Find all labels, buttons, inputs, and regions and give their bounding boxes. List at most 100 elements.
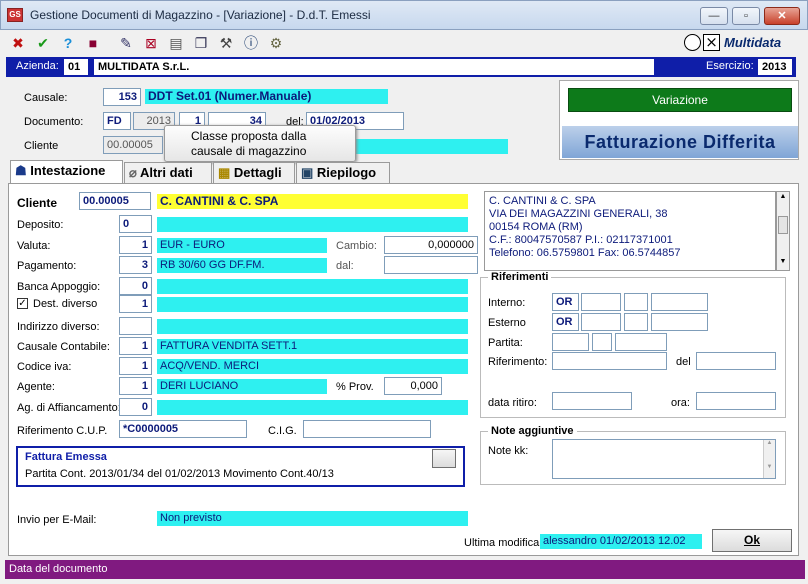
client-address: C. CANTINI & C. SPA VIA DEI MAGAZZINI GEN… [484,191,776,271]
dest-checkbox[interactable]: ✓ [17,298,28,309]
ok-button[interactable]: Ok [712,529,792,552]
deposito-input[interactable]: 0 [119,215,152,233]
agente-label: Agente: [17,381,55,393]
company-name: MULTIDATA S.r.L. [94,59,654,75]
cup-input[interactable]: *C0000005 [119,420,247,438]
codice-iva-input[interactable]: 1 [119,357,152,375]
fattura-emessa-box: Fattura Emessa Partita Cont. 2013/01/34 … [16,446,465,487]
interno-number-input[interactable] [651,293,708,311]
info-icon[interactable]: ⓘ [241,33,261,53]
note-kk-label: Note kk: [488,445,529,457]
riferimento-del-label: del [676,356,691,368]
print-icon[interactable]: ▤ [166,33,186,53]
scroll-thumb[interactable] [778,216,788,234]
tooltip: Classe proposta dalla causale di magazzi… [164,125,356,162]
esterno-type-input[interactable]: OR [552,313,579,331]
header-cliente-input[interactable]: 00.00005 [103,136,163,154]
tools-icon[interactable]: ⚒ [216,33,236,53]
minimize-button[interactable]: — [700,7,728,25]
riferimento-date-input[interactable] [696,352,776,370]
email-label: Invio per E-Mail: [17,514,97,526]
modifica-value: alessandro 01/02/2013 12.02 [540,534,702,549]
copy-icon[interactable]: ❐ [191,33,211,53]
partita-series-input[interactable] [592,333,612,351]
causale-cont-input[interactable]: 1 [119,337,152,355]
riferimento-input[interactable] [552,352,667,370]
settings-icon[interactable]: ⚙ [266,33,286,53]
pagamento-input[interactable]: 3 [119,256,152,274]
codice-iva-label: Codice iva: [17,361,72,373]
scroll-up-icon[interactable]: ▲ [778,193,788,203]
causale-cont-label: Causale Contabile: [17,341,110,353]
interno-year-input[interactable] [581,293,621,311]
banca-label: Banca Appoggio: [17,281,101,293]
affianc-desc [157,400,468,415]
fattura-open-button[interactable] [432,449,456,468]
causale-label: Causale: [24,92,68,104]
dal-label: dal: [336,260,354,272]
valuta-desc: EUR - EURO [157,238,327,253]
multidata-logo: Multidata [724,35,782,50]
prov-input[interactable]: 0,000 [384,377,442,395]
affianc-input[interactable]: 0 [119,398,152,416]
cliente-label: Cliente [17,196,58,210]
scroll-down-icon[interactable]: ▼ [778,258,788,268]
note-scroll-up-icon[interactable]: ▲ [764,440,775,446]
summary-icon: ▣ [301,165,317,180]
partita-number-input[interactable] [615,333,667,351]
tab-riepilogo[interactable]: ▣ Riepilogo [296,162,390,184]
dal-input[interactable] [384,256,478,274]
esterno-year-input[interactable] [581,313,621,331]
app-icon[interactable]: GS [7,8,23,22]
maximize-button[interactable]: ▫ [732,7,760,25]
header-cliente-label: Cliente [24,140,59,152]
book-icon[interactable]: ■ [83,33,103,53]
cig-input[interactable] [303,420,431,438]
ora-input[interactable] [696,392,776,410]
partita-year-input[interactable] [552,333,589,351]
tab-dettagli[interactable]: ▦ Dettagli [213,162,295,184]
close-icon[interactable]: ✖ [8,33,28,53]
dest-input[interactable]: 1 [119,295,152,313]
interno-series-input[interactable] [624,293,648,311]
note-scroll-down-icon[interactable]: ▼ [764,464,775,470]
tab-altri-dati[interactable]: ⌀ Altri dati [124,162,212,184]
partita-label: Partita: [488,337,523,349]
note-title: Note aggiuntive [488,425,577,437]
cambio-input[interactable]: 0,000000 [384,236,478,254]
tab-riepilogo-label: Riepilogo [316,165,377,180]
address-line: VIA DEI MAGAZZINI GENERALI, 38 [489,208,668,220]
address-scrollbar[interactable]: ▲ ▼ [776,191,790,271]
esterno-number-input[interactable] [651,313,708,331]
close-button[interactable]: ✕ [764,7,800,25]
edit-icon[interactable]: ✎ [116,33,136,53]
variazione-button[interactable]: Variazione [568,88,792,112]
modifica-label: Ultima modifica [464,537,540,549]
logo-x-icon: ⨯ [703,34,720,51]
paperclip-icon: ⌀ [129,165,140,180]
indirizzo-input[interactable] [119,317,152,335]
valuta-input[interactable]: 1 [119,236,152,254]
note-scrollbar[interactable]: ▲ ▼ [763,440,775,478]
esterno-series-input[interactable] [624,313,648,331]
ritiro-date-input[interactable] [552,392,632,410]
cup-label: Riferimento C.U.P. [17,425,108,437]
interno-type-input[interactable]: OR [552,293,579,311]
address-line: Telefono: 06.5759801 Fax: 06.5744857 [489,247,681,259]
prov-label: % Prov. [336,381,374,393]
cig-label: C.I.G. [268,425,297,437]
tab-altri-dati-label: Altri dati [139,165,193,180]
causale-code-input[interactable]: 153 [103,88,141,106]
help-icon[interactable]: ? [58,33,78,53]
address-line: C. CANTINI & C. SPA [489,195,596,207]
agente-input[interactable]: 1 [119,377,152,395]
tab-intestazione[interactable]: ☗ Intestazione [10,160,123,184]
doc-type-input[interactable]: FD [103,112,131,130]
banca-input[interactable]: 0 [119,277,152,295]
delete-icon[interactable]: ⊠ [141,33,161,53]
company-bar: Azienda: 01 MULTIDATA S.r.L. Esercizio: … [6,57,796,77]
riferimento-label: Riferimento: [488,356,548,368]
note-kk-textarea[interactable] [552,439,776,479]
check-icon[interactable]: ✔ [33,33,53,53]
cliente-code-input[interactable]: 00.00005 [79,192,151,210]
